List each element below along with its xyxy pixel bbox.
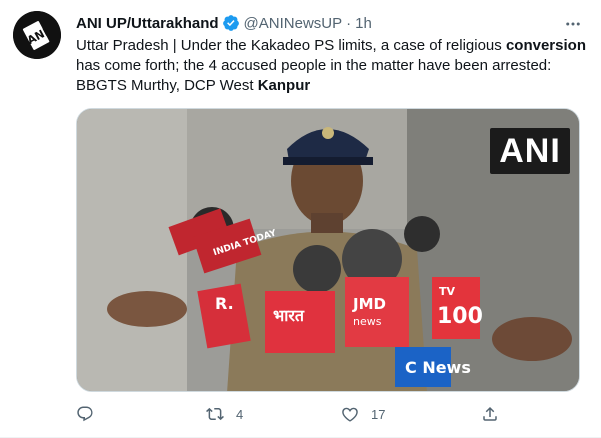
share-icon	[483, 406, 497, 421]
ani-logo-icon: ANI	[13, 11, 61, 59]
mic-label-news: news	[353, 315, 382, 328]
mic-label-tv: TV	[439, 285, 456, 298]
tweet-text-part: has come forth; the 4 accused people in …	[76, 57, 552, 94]
tweet-text: Uttar Pradesh | Under the Kakadeo PS lim…	[76, 36, 586, 96]
hashtag-kanpur: Kanpur	[257, 77, 311, 94]
tweet-card[interactable]: ANI ANI UP/Uttarakhand @ANINewsUP · 1h U…	[0, 0, 601, 438]
reply-icon	[77, 406, 93, 422]
retweet-count: 4	[236, 406, 244, 422]
heart-icon	[342, 407, 358, 422]
retweet-button[interactable]: 4	[206, 403, 243, 425]
retweet-icon	[206, 407, 224, 421]
tweet-header: ANI UP/Uttarakhand @ANINewsUP · 1h	[76, 13, 372, 33]
share-button[interactable]	[481, 403, 499, 425]
mic-label-bharat: भारत	[273, 306, 305, 325]
more-dots-icon	[566, 22, 580, 26]
tweet-actions: 4 17	[76, 403, 506, 425]
like-button[interactable]: 17	[341, 403, 385, 425]
ani-watermark: ANI	[490, 128, 570, 174]
watermark-text: ANI	[499, 131, 561, 170]
verified-badge-icon	[222, 15, 239, 31]
author-name[interactable]: ANI UP/Uttarakhand	[76, 15, 219, 32]
like-count: 17	[371, 406, 386, 422]
timestamp[interactable]: 1h	[355, 15, 372, 32]
mic-label-r: R.	[215, 294, 234, 313]
mic-label-jmd: JMD	[352, 295, 386, 313]
avatar[interactable]: ANI	[13, 11, 61, 59]
separator-dot: ·	[346, 14, 352, 32]
author-handle[interactable]: @ANINewsUP	[244, 15, 343, 32]
mic-label-100: 100	[437, 304, 483, 329]
hashtag-conversion: conversion	[505, 37, 586, 54]
more-options-button[interactable]	[563, 14, 583, 34]
mic-label-c-news: C News	[405, 358, 471, 377]
reply-button[interactable]	[76, 403, 106, 425]
tweet-text-part: Uttar Pradesh | Under the Kakadeo PS lim…	[76, 37, 506, 54]
